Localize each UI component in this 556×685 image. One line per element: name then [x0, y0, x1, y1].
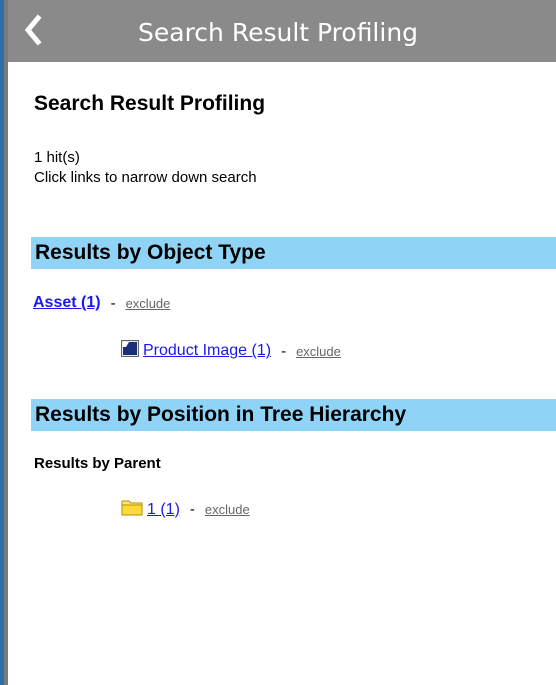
- asset-link[interactable]: Asset (1): [33, 294, 101, 312]
- parent-row: 1 (1) - exclude: [121, 498, 250, 521]
- section-tree-hierarchy-heading: Results by Position in Tree Hierarchy: [35, 403, 407, 426]
- image-type-icon: [121, 340, 139, 362]
- product-image-link[interactable]: Product Image (1): [143, 342, 271, 360]
- separator: -: [189, 501, 195, 518]
- header-title: Search Result Profiling: [138, 18, 419, 47]
- parent-link[interactable]: 1 (1): [147, 501, 180, 519]
- folder-icon: [121, 498, 143, 521]
- hint-text: Click links to narrow down search: [34, 169, 257, 186]
- page-title: Search Result Profiling: [34, 92, 266, 115]
- section-tree-hierarchy: Results by Position in Tree Hierarchy: [31, 399, 556, 431]
- results-by-parent-heading: Results by Parent: [34, 455, 161, 472]
- section-object-type: Results by Object Type: [31, 237, 556, 269]
- panel-header: Search Result Profiling: [8, 0, 556, 62]
- product-image-exclude-link[interactable]: exclude: [296, 344, 341, 359]
- chevron-left-icon: [24, 14, 42, 46]
- product-image-row: Product Image (1) - exclude: [121, 340, 341, 362]
- separator: -: [281, 342, 287, 360]
- separator: -: [110, 294, 116, 312]
- profiling-panel: Search Result Profiling Search Result Pr…: [0, 0, 556, 685]
- left-border-inner: [4, 0, 8, 685]
- back-button[interactable]: [22, 13, 44, 47]
- parent-exclude-link[interactable]: exclude: [205, 502, 250, 517]
- hit-count: 1 hit(s): [34, 149, 80, 166]
- asset-row: Asset (1) - exclude: [33, 294, 170, 312]
- section-object-type-heading: Results by Object Type: [35, 241, 266, 264]
- asset-exclude-link[interactable]: exclude: [126, 296, 171, 311]
